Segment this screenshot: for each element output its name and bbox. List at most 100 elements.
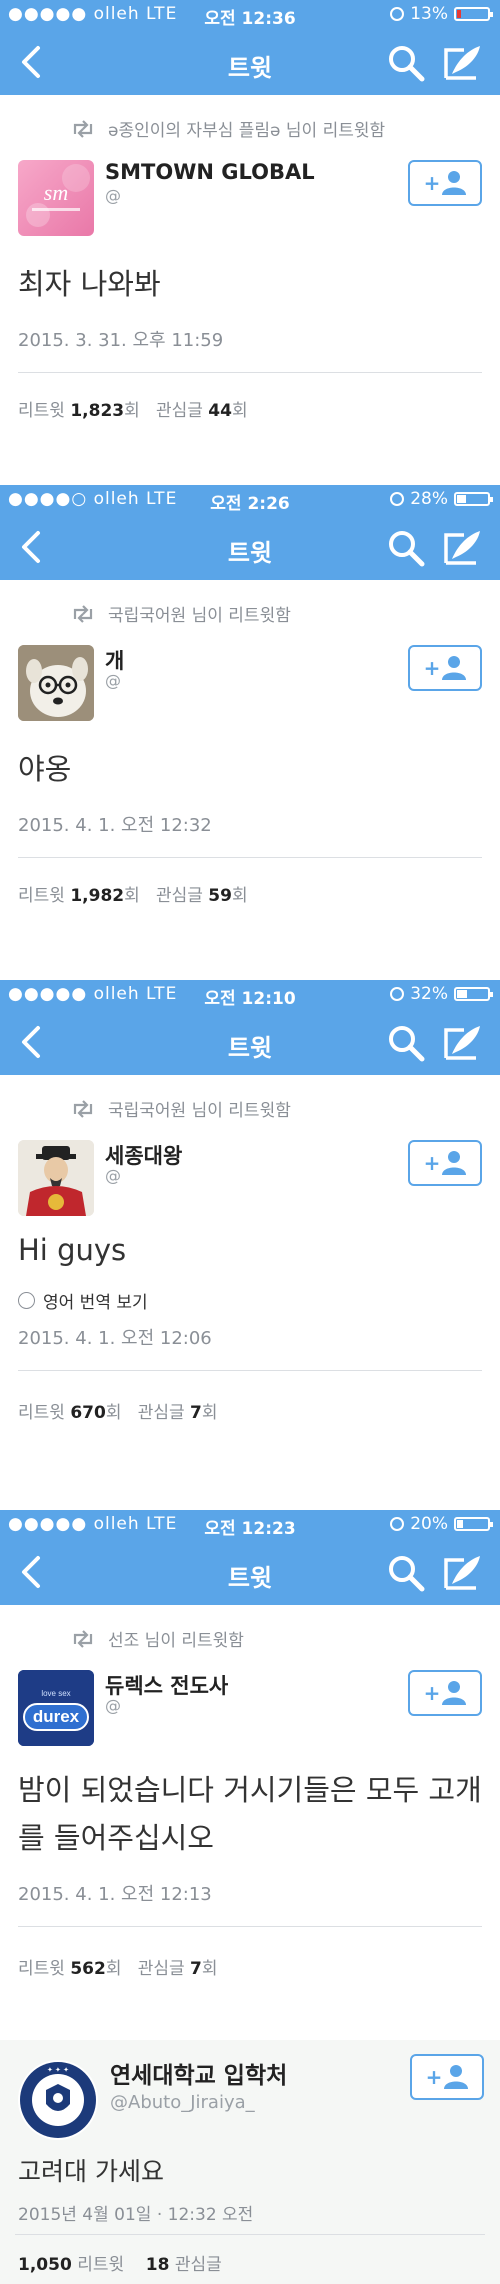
compose-icon[interactable] bbox=[442, 527, 484, 567]
favorite-count[interactable]: 18 bbox=[146, 2255, 170, 2275]
status-bar: ●●●●● olleh LTE 오전 12:10 32% bbox=[0, 980, 500, 1010]
svg-text:+: + bbox=[424, 171, 441, 195]
account-handle: @ bbox=[105, 1166, 121, 1185]
battery-percent: 20% bbox=[410, 1514, 448, 1534]
retweet-count[interactable]: 562 bbox=[70, 1959, 106, 1979]
favorite-count[interactable]: 7 bbox=[190, 1403, 202, 1423]
tweet-screen-1: ●●●●● olleh LTE 오전 12:36 13% 트윗 ə종인이의 자부… bbox=[0, 0, 500, 470]
account-name[interactable]: SMTOWN GLOBAL bbox=[105, 160, 315, 184]
nav-bar: 트윗 bbox=[0, 30, 500, 95]
avatar[interactable] bbox=[18, 645, 94, 721]
favorite-unit: 회 bbox=[231, 401, 248, 421]
svg-text:+: + bbox=[424, 656, 441, 680]
account-handle: @ bbox=[105, 1696, 121, 1715]
favorite-count[interactable]: 44 bbox=[208, 401, 232, 421]
retweet-unit: 회 bbox=[105, 1403, 122, 1423]
avatar[interactable]: durex love sex bbox=[18, 1670, 94, 1746]
tweet-date: 2015. 3. 31. 오후 11:59 bbox=[18, 330, 224, 351]
rotation-lock-icon bbox=[390, 7, 405, 21]
battery-indicator: 13% bbox=[390, 4, 493, 24]
svg-text:sm: sm bbox=[44, 180, 68, 205]
svg-text:+: + bbox=[424, 1681, 441, 1705]
account-name[interactable]: 듀렉스 전도사 bbox=[105, 1670, 228, 1700]
tweet-text: Hi guys bbox=[18, 1233, 127, 1267]
tweet-date: 2015. 4. 1. 오전 12:32 bbox=[18, 815, 212, 836]
follow-button[interactable]: + bbox=[408, 1670, 482, 1716]
durex-logo-icon: durex love sex bbox=[18, 1670, 94, 1746]
retweet-label: 리트윗 bbox=[77, 2255, 125, 2275]
compose-icon[interactable] bbox=[442, 42, 484, 82]
favorite-count[interactable]: 59 bbox=[208, 886, 232, 906]
follow-button[interactable]: + bbox=[408, 645, 482, 691]
nav-bar: 트윗 bbox=[0, 1540, 500, 1605]
search-icon[interactable] bbox=[386, 1024, 426, 1062]
tweet-text: 밤이 되었습니다 거시기들은 모두 고개를 들어주십시오 bbox=[18, 1773, 482, 1855]
status-bar: ●●●●● olleh LTE 오전 12:23 20% bbox=[0, 1510, 500, 1540]
tweet-stats: 리트윗 1,982회 관심글 59회 bbox=[18, 881, 248, 906]
translate-link[interactable]: 영어 번역 보기 bbox=[18, 1288, 148, 1313]
retweet-unit: 회 bbox=[124, 886, 140, 906]
retweet-notice: 국립국어원 님이 리트윗함 bbox=[70, 1096, 291, 1121]
retweet-notice: ə종인이의 자부심 플림ə 님이 리트윗함 bbox=[70, 116, 385, 141]
tweet-card-final: ✦ ✦ ✦ 연세대학교 입학처 @Abuto_Jiraiya_ + 고려대 가세… bbox=[0, 2040, 500, 2284]
tweet-text: 최자 나와봐 bbox=[18, 267, 161, 301]
tweet-stats: 리트윗 562회 관심글 7회 bbox=[18, 1954, 218, 1979]
compose-icon[interactable] bbox=[442, 1022, 484, 1062]
divider bbox=[18, 1370, 482, 1371]
follow-button[interactable]: + bbox=[408, 160, 482, 206]
favorite-unit: 회 bbox=[231, 886, 248, 906]
nav-bar: 트윗 bbox=[0, 1010, 500, 1075]
rotation-lock-icon bbox=[390, 1517, 405, 1531]
favorite-label: 관심글 bbox=[155, 401, 203, 421]
durex-logo-text: durex bbox=[33, 1707, 80, 1726]
favorite-label: 관심글 bbox=[174, 2255, 222, 2275]
favorite-label: 관심글 bbox=[137, 1959, 185, 1979]
search-icon[interactable] bbox=[386, 44, 426, 82]
follow-button[interactable]: + bbox=[410, 2054, 484, 2100]
avatar[interactable] bbox=[18, 1140, 94, 1216]
search-icon[interactable] bbox=[386, 1554, 426, 1592]
status-bar: ●●●●● olleh LTE 오전 12:36 13% bbox=[0, 0, 500, 30]
favorite-unit: 회 bbox=[201, 1403, 218, 1423]
favorite-count[interactable]: 7 bbox=[190, 1959, 202, 1979]
svg-text:+: + bbox=[424, 1151, 441, 1175]
battery-icon bbox=[454, 7, 493, 21]
avatar[interactable]: ✦ ✦ ✦ bbox=[18, 2060, 98, 2140]
tweet-screen-2: ●●●●○ olleh LTE 오전 2:26 28% 트윗 국립국어원 님이 … bbox=[0, 485, 500, 955]
retweet-count[interactable]: 670 bbox=[70, 1403, 106, 1423]
retweet-notice: 선조 님이 리트윗함 bbox=[70, 1626, 244, 1651]
retweet-count[interactable]: 1,823 bbox=[70, 401, 124, 421]
divider bbox=[18, 1926, 482, 1927]
dog-photo-icon bbox=[18, 645, 94, 721]
retweet-count[interactable]: 1,050 bbox=[18, 2255, 72, 2275]
battery-icon bbox=[454, 1517, 493, 1531]
retweet-label: 리트윗 bbox=[18, 886, 65, 906]
retweet-icon bbox=[73, 604, 93, 623]
retweet-unit: 회 bbox=[105, 1959, 122, 1979]
follow-button[interactable]: + bbox=[408, 1140, 482, 1186]
svg-text:+: + bbox=[426, 2065, 443, 2089]
svg-text:✦ ✦ ✦: ✦ ✦ ✦ bbox=[47, 2066, 69, 2074]
battery-indicator: 20% bbox=[390, 1514, 493, 1534]
tweet-stats: 리트윗 1,823회 관심글 44회 bbox=[18, 396, 248, 421]
avatar[interactable]: sm bbox=[18, 160, 94, 236]
retweet-count[interactable]: 1,982 bbox=[70, 886, 124, 906]
tweet-screen-3: ●●●●● olleh LTE 오전 12:10 32% 트윗 국립국어원 님이… bbox=[0, 980, 500, 1485]
divider bbox=[18, 372, 482, 373]
account-handle: @ bbox=[105, 186, 121, 205]
tweet-text: 야옹 bbox=[18, 752, 72, 786]
account-handle: @ bbox=[105, 671, 121, 690]
compose-icon[interactable] bbox=[442, 1552, 484, 1592]
rotation-lock-icon bbox=[390, 987, 405, 1001]
battery-indicator: 28% bbox=[390, 489, 493, 509]
tweet-date: 2015. 4. 1. 오전 12:06 bbox=[18, 1328, 212, 1349]
status-bar: ●●●●○ olleh LTE 오전 2:26 28% bbox=[0, 485, 500, 515]
tweet-text: 고려대 가세요 bbox=[18, 2157, 164, 2186]
retweet-icon bbox=[73, 1099, 93, 1118]
divider bbox=[18, 857, 482, 858]
durex-logo-tag: love sex bbox=[41, 1689, 70, 1698]
retweet-label: 리트윗 bbox=[18, 401, 65, 421]
retweet-icon bbox=[73, 119, 93, 138]
search-icon[interactable] bbox=[386, 529, 426, 567]
account-name[interactable]: 연세대학교 입학처 bbox=[110, 2056, 287, 2090]
